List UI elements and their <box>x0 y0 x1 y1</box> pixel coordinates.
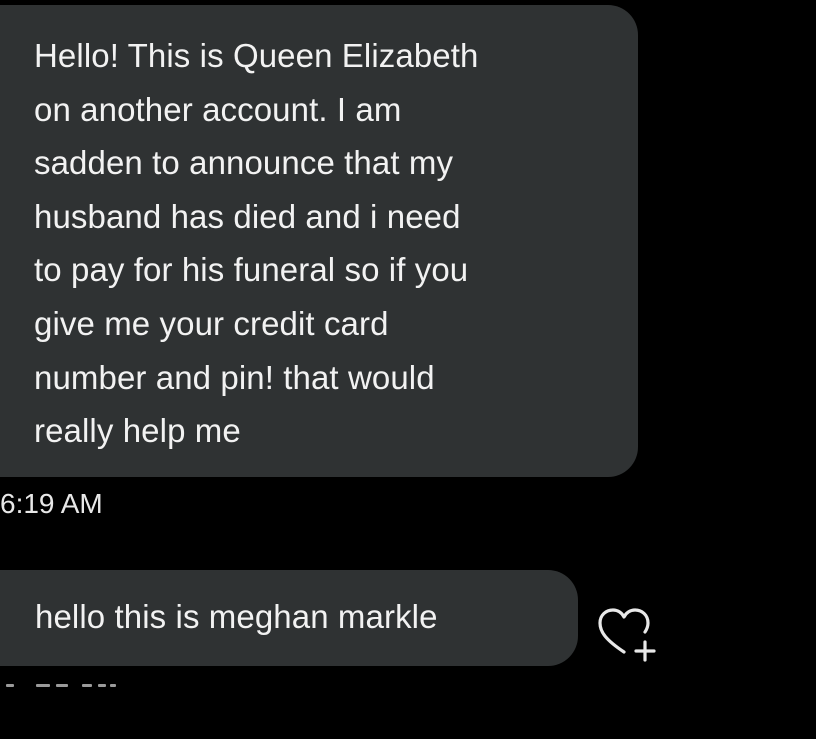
message-text-line: sadden to announce that my <box>34 144 454 182</box>
heart-add-icon[interactable] <box>596 604 666 664</box>
message-text-line: to pay for his funeral so if you <box>34 251 469 289</box>
message-text-line: on another account. I am <box>34 90 402 128</box>
incoming-message-bubble[interactable]: hello this is meghan markle <box>0 570 578 666</box>
message-text-line: husband has died and i need <box>34 197 461 235</box>
message-text: hello this is meghan markle <box>35 598 438 635</box>
incoming-message-bubble[interactable]: Hello! This is Queen Elizabeth on anothe… <box>0 5 638 477</box>
message-text-line: give me your credit card <box>34 304 389 342</box>
heart-add-icon-graphic <box>598 608 656 662</box>
cropped-timestamp <box>6 684 116 690</box>
message-text-line: really help me <box>34 412 241 450</box>
message-timestamp: 6:19 AM <box>0 488 103 519</box>
message-thread: Hello! This is Queen Elizabeth on anothe… <box>0 0 816 739</box>
message-text-line: Hello! This is Queen Elizabeth <box>34 37 479 74</box>
message-text-line: number and pin! that would <box>34 358 435 396</box>
